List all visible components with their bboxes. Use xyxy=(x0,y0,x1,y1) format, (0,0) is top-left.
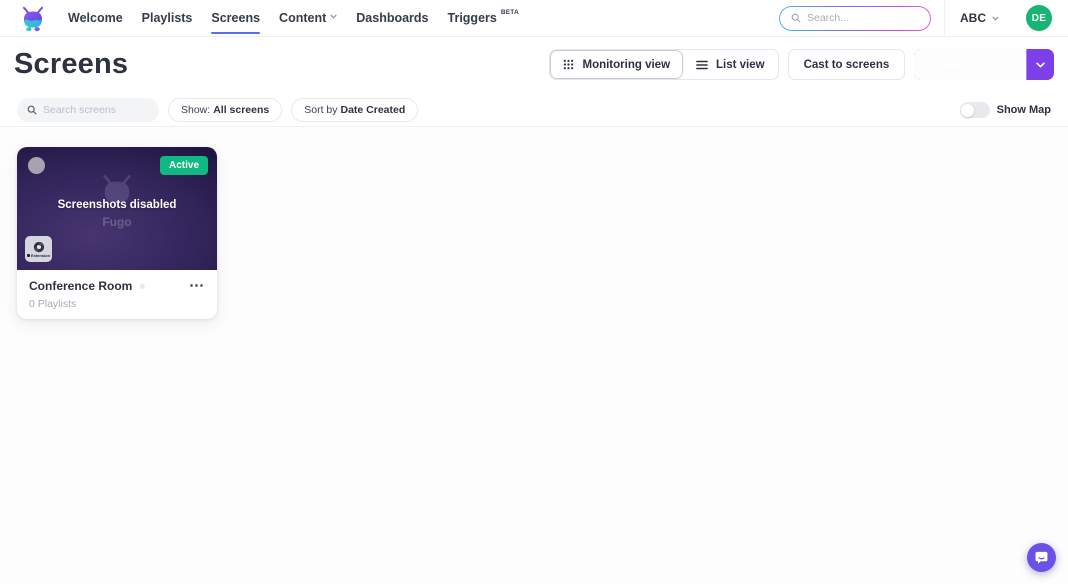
show-filter-prefix: Show: xyxy=(181,104,210,116)
show-filter[interactable]: Show: All screens xyxy=(168,98,282,122)
kebab-menu-icon[interactable]: ⋯ xyxy=(189,281,205,291)
filter-bar: Show: All screens Sort by Date Created S… xyxy=(0,94,1068,127)
search-icon xyxy=(791,13,801,23)
screens-search-input[interactable] xyxy=(43,104,149,116)
nav-item-playlists[interactable]: Playlists xyxy=(142,7,193,29)
toggle-knob xyxy=(961,104,974,117)
status-dot xyxy=(140,284,145,289)
sort-filter-prefix: Sort by xyxy=(304,104,337,116)
global-search-input[interactable] xyxy=(807,12,919,24)
top-nav: Welcome Playlists Screens Content Dashbo… xyxy=(0,0,1068,37)
overlay-brand-text: Fugo xyxy=(102,215,131,229)
nav-label: Content xyxy=(279,11,326,25)
player-type-badge: Extension xyxy=(25,236,52,262)
player-badge-label: Extension xyxy=(27,254,50,258)
list-view-button[interactable]: List view xyxy=(683,50,778,79)
nav-label: Triggers xyxy=(448,11,497,25)
page-title: Screens xyxy=(14,48,128,81)
nav-label: Playlists xyxy=(142,11,193,25)
sort-filter[interactable]: Sort by Date Created xyxy=(291,98,418,122)
page-header: Screens Monitoring view List view xyxy=(0,37,1068,94)
user-avatar[interactable]: DE xyxy=(1026,5,1052,31)
show-map-group: Show Map xyxy=(960,102,1051,118)
create-screens-main[interactable]: Create Screens xyxy=(914,49,1026,80)
nav-item-screens[interactable]: Screens xyxy=(211,7,260,29)
nav-label: Welcome xyxy=(68,11,123,25)
chat-launcher-button[interactable] xyxy=(1027,543,1056,572)
screen-name-row: Conference Room ⋯ xyxy=(29,279,205,293)
screens-grid: Active Screenshots disabled Fugo xyxy=(0,127,1068,584)
fugo-logo-icon[interactable] xyxy=(18,4,48,33)
nav-item-triggers[interactable]: Triggers BETA xyxy=(448,7,519,29)
nav-divider xyxy=(944,0,945,36)
mini-icon xyxy=(27,254,30,257)
chevron-down-icon xyxy=(992,16,999,21)
org-switcher[interactable]: ABC xyxy=(960,11,999,25)
nav-label: Screens xyxy=(211,11,260,25)
search-icon xyxy=(27,105,37,115)
header-actions: Monitoring view List view Cast to screen… xyxy=(549,49,1054,80)
player-badge-text: Extension xyxy=(31,254,50,258)
create-screens-dropdown[interactable] xyxy=(1027,49,1054,80)
monitoring-view-button[interactable]: Monitoring view xyxy=(550,50,683,79)
org-label: ABC xyxy=(960,11,986,25)
show-filter-value: All screens xyxy=(213,104,269,116)
grid-icon xyxy=(563,59,574,70)
screen-name: Conference Room xyxy=(29,279,132,293)
nav-item-dashboards[interactable]: Dashboards xyxy=(356,7,428,29)
chrome-extension-icon xyxy=(33,241,45,253)
chat-bubble-icon xyxy=(1034,550,1049,565)
chevron-down-icon xyxy=(330,14,337,19)
view-button-label: Monitoring view xyxy=(582,59,670,71)
playlists-count: 0 Playlists xyxy=(29,298,205,310)
sort-filter-value: Date Created xyxy=(341,104,406,116)
view-toggle-group: Monitoring view List view xyxy=(549,49,778,80)
screen-card[interactable]: Active Screenshots disabled Fugo xyxy=(17,147,217,319)
show-map-toggle[interactable] xyxy=(960,102,990,118)
beta-badge: BETA xyxy=(501,9,519,16)
cast-to-screens-button[interactable]: Cast to screens xyxy=(788,49,906,80)
main-nav: Welcome Playlists Screens Content Dashbo… xyxy=(68,7,519,29)
screens-search[interactable] xyxy=(17,98,159,122)
nav-item-content[interactable]: Content xyxy=(279,7,337,29)
chevron-down-icon xyxy=(1036,62,1045,68)
screen-card-footer: Conference Room ⋯ 0 Playlists xyxy=(17,270,217,319)
view-button-label: List view xyxy=(716,59,765,71)
global-search[interactable] xyxy=(779,6,931,31)
screen-thumbnail[interactable]: Active Screenshots disabled Fugo xyxy=(17,147,217,270)
nav-item-welcome[interactable]: Welcome xyxy=(68,7,123,29)
list-lines-icon xyxy=(696,60,708,70)
create-screens-button: Create Screens xyxy=(914,49,1054,80)
screenshots-disabled-text: Screenshots disabled xyxy=(58,199,177,211)
nav-label: Dashboards xyxy=(356,11,428,25)
avatar-initials: DE xyxy=(1032,13,1047,24)
show-map-label: Show Map xyxy=(997,104,1051,116)
